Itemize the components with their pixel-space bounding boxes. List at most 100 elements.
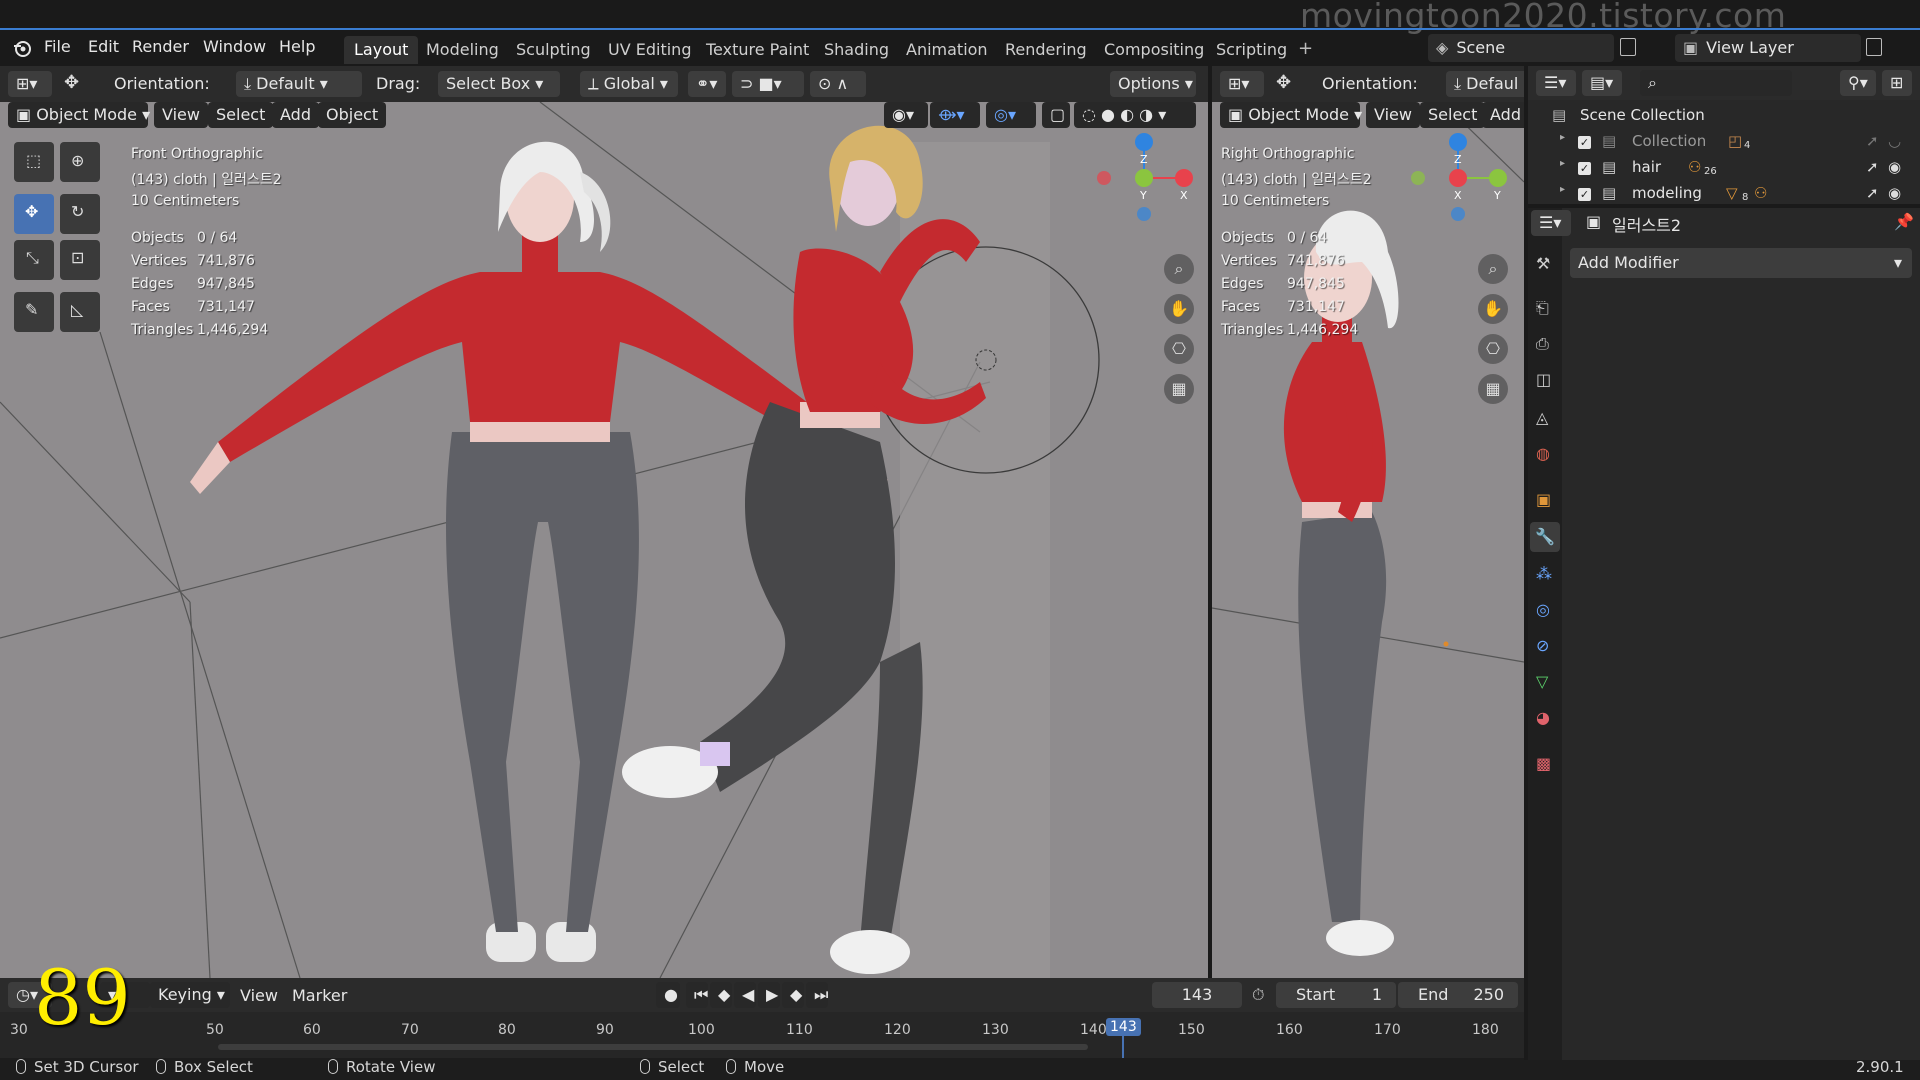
start-frame-field[interactable]: Start 1 xyxy=(1276,982,1396,1008)
rotate-tool[interactable]: ↻ xyxy=(60,194,100,234)
expand-arrow-icon[interactable]: ▸ xyxy=(1560,132,1565,143)
right-pan-hand-icon[interactable]: ✋ xyxy=(1478,294,1508,324)
right-camera-icon[interactable]: ⎔ xyxy=(1478,334,1508,364)
axis-gizmo[interactable]: Z X Y xyxy=(1090,120,1200,230)
exclude-checkbox[interactable]: ✓ xyxy=(1578,162,1591,175)
tab-rendering[interactable]: Rendering xyxy=(995,36,1097,64)
editor-type-button[interactable]: ⊞▾ xyxy=(8,71,52,97)
select-box-tool[interactable]: ⬚ xyxy=(14,142,54,182)
scene-tab-icon[interactable]: ◬ xyxy=(1536,408,1548,427)
tab-animation[interactable]: Animation xyxy=(896,36,998,64)
grid-icon[interactable]: ▦ xyxy=(1164,374,1194,404)
object-menu[interactable]: Object xyxy=(318,102,387,128)
visibility-eye-icon[interactable]: ◉ xyxy=(1888,184,1901,202)
add-workspace-icon[interactable]: + xyxy=(1298,38,1313,59)
right-orientation-dropdown[interactable]: ⤓ Defaul xyxy=(1446,71,1524,97)
object-mode-dropdown[interactable]: ▣ Object Mode ▾ xyxy=(8,102,150,128)
menu-help[interactable]: Help xyxy=(279,37,315,56)
tab-texture-paint[interactable]: Texture Paint xyxy=(696,36,819,64)
tab-layout[interactable]: Layout xyxy=(344,36,419,64)
tree-item[interactable]: ▸ ✓ ▤ Collection ◰ 4 ➚ ◡ xyxy=(1528,130,1920,154)
exclude-checkbox[interactable]: ✓ xyxy=(1578,136,1591,149)
drag-dropdown[interactable]: Select Box ▾ xyxy=(438,71,560,97)
keying-dropdown[interactable]: Keying ▾ xyxy=(150,982,230,1008)
play-icon[interactable]: ▶ xyxy=(758,982,780,1008)
visibility-icon[interactable]: ◡ xyxy=(1888,132,1901,150)
view-menu[interactable]: View xyxy=(154,102,208,128)
output-tab-icon[interactable]: ⎙ xyxy=(1536,334,1549,354)
new-view-layer-icon[interactable] xyxy=(1866,38,1882,56)
modifier-tab-icon[interactable]: 🔧 xyxy=(1530,522,1560,552)
render-tab-icon[interactable]: ⎗ xyxy=(1536,298,1549,318)
visibility-eye-icon[interactable]: ◉ xyxy=(1888,158,1901,176)
blender-logo-icon[interactable] xyxy=(12,38,32,58)
menu-render[interactable]: Render xyxy=(132,37,189,56)
right-editor-type-button[interactable]: ⊞▾ xyxy=(1220,71,1264,97)
end-frame-field[interactable]: End 250 xyxy=(1398,982,1518,1008)
overlay-toggle[interactable]: ◎▾ xyxy=(986,102,1036,128)
expand-arrow-icon[interactable]: ▸ xyxy=(1560,158,1565,169)
new-scene-icon[interactable] xyxy=(1620,38,1636,56)
pan-hand-icon[interactable]: ✋ xyxy=(1164,294,1194,324)
menu-window[interactable]: Window xyxy=(203,37,266,56)
snap-toggle[interactable]: ⊃ ■▾ xyxy=(732,71,804,97)
move-tool[interactable]: ✥ xyxy=(14,194,54,234)
tree-item[interactable]: ▸ ✓ ▤ hair ⚇ 26 ➚ ◉ xyxy=(1528,156,1920,180)
transform-tool-icon[interactable]: ✥ xyxy=(64,72,79,93)
timeline-view-menu[interactable]: View xyxy=(240,986,278,1005)
prev-keyframe-icon[interactable]: ◆ xyxy=(710,982,732,1008)
jump-end-icon[interactable]: ⏭ xyxy=(806,982,828,1008)
view-layer-selector[interactable]: ▣ View Layer xyxy=(1675,34,1861,62)
tab-shading[interactable]: Shading xyxy=(814,36,899,64)
measure-tool[interactable]: ◺ xyxy=(60,292,100,332)
right-grid-icon[interactable]: ▦ xyxy=(1478,374,1508,404)
data-tab-icon[interactable]: ▽ xyxy=(1536,672,1548,691)
zoom-icon[interactable]: ⌕ xyxy=(1164,254,1194,284)
tree-item[interactable]: ▸ ✓ ▤ modeling ▽ 8 ⚇ ➚ ◉ xyxy=(1528,182,1920,206)
outliner-search[interactable]: ⌕ xyxy=(1640,70,1792,96)
transform-tool[interactable]: ⊡ xyxy=(60,240,100,280)
menu-file[interactable]: File xyxy=(44,37,71,56)
pin-icon[interactable]: 📌 xyxy=(1894,212,1914,231)
tab-uv-editing[interactable]: UV Editing xyxy=(598,36,701,64)
right-zoom-icon[interactable]: ⌕ xyxy=(1478,254,1508,284)
select-arrow-icon[interactable]: ➚ xyxy=(1866,184,1879,202)
select-arrow-icon[interactable]: ➚ xyxy=(1866,132,1879,150)
scene-selector[interactable]: ◈ Scene xyxy=(1428,34,1614,62)
marker-menu[interactable]: Marker xyxy=(292,986,347,1005)
right-axis-gizmo[interactable]: Z Y X xyxy=(1404,120,1514,230)
cursor-tool[interactable]: ⊕ xyxy=(60,142,100,182)
physics-tab-icon[interactable]: ◎ xyxy=(1536,600,1550,619)
outliner-editor-type[interactable]: ☰▾ xyxy=(1536,70,1576,96)
exclude-checkbox[interactable]: ✓ xyxy=(1578,188,1591,201)
current-frame-field[interactable]: 143 xyxy=(1152,982,1242,1008)
tab-modeling[interactable]: Modeling xyxy=(416,36,509,64)
jump-start-icon[interactable]: ⏮ xyxy=(686,982,708,1008)
tool-tab-icon[interactable]: ⚒ xyxy=(1536,254,1550,273)
particles-tab-icon[interactable]: ⁂ xyxy=(1536,564,1552,583)
playhead-frame[interactable]: 143 xyxy=(1106,1018,1141,1036)
transform-orientation-dropdown[interactable]: ⟂ Global ▾ xyxy=(580,71,678,97)
options-dropdown[interactable]: Options ▾ xyxy=(1110,71,1196,97)
scale-tool[interactable]: ⤡ xyxy=(14,240,54,280)
tab-compositing[interactable]: Compositing xyxy=(1094,36,1214,64)
object-tab-icon[interactable]: ▣ xyxy=(1536,490,1551,509)
add-modifier-dropdown[interactable]: Add Modifier ▾ xyxy=(1570,248,1912,278)
menu-edit[interactable]: Edit xyxy=(88,37,119,56)
stopwatch-icon[interactable]: ⏱ xyxy=(1252,985,1264,1005)
filter-dropdown[interactable]: ⚲▾ xyxy=(1840,70,1876,96)
add-menu[interactable]: Add xyxy=(272,102,319,128)
timeline-scrollbar[interactable] xyxy=(218,1044,1088,1050)
right-viewport[interactable]: ▣ Object Mode ▾ View Select Add Right Or… xyxy=(1212,102,1524,978)
gizmo-toggle[interactable]: ⟴▾ xyxy=(930,102,980,128)
orientation-dropdown[interactable]: ⤓ Default ▾ xyxy=(236,71,362,97)
expand-arrow-icon[interactable]: ▸ xyxy=(1560,184,1565,195)
new-collection-icon[interactable]: ⊞ xyxy=(1882,70,1912,96)
material-tab-icon[interactable]: ◕ xyxy=(1536,708,1550,727)
right-transform-tool-icon[interactable]: ✥ xyxy=(1276,72,1291,93)
constraints-tab-icon[interactable]: ⊘ xyxy=(1536,636,1549,655)
xray-toggle[interactable]: ▢ xyxy=(1042,102,1070,128)
auto-keying-icon[interactable]: ● xyxy=(656,982,680,1008)
right-object-mode-dropdown[interactable]: ▣ Object Mode ▾ xyxy=(1220,102,1362,128)
annotate-tool[interactable]: ✎ xyxy=(14,292,54,332)
